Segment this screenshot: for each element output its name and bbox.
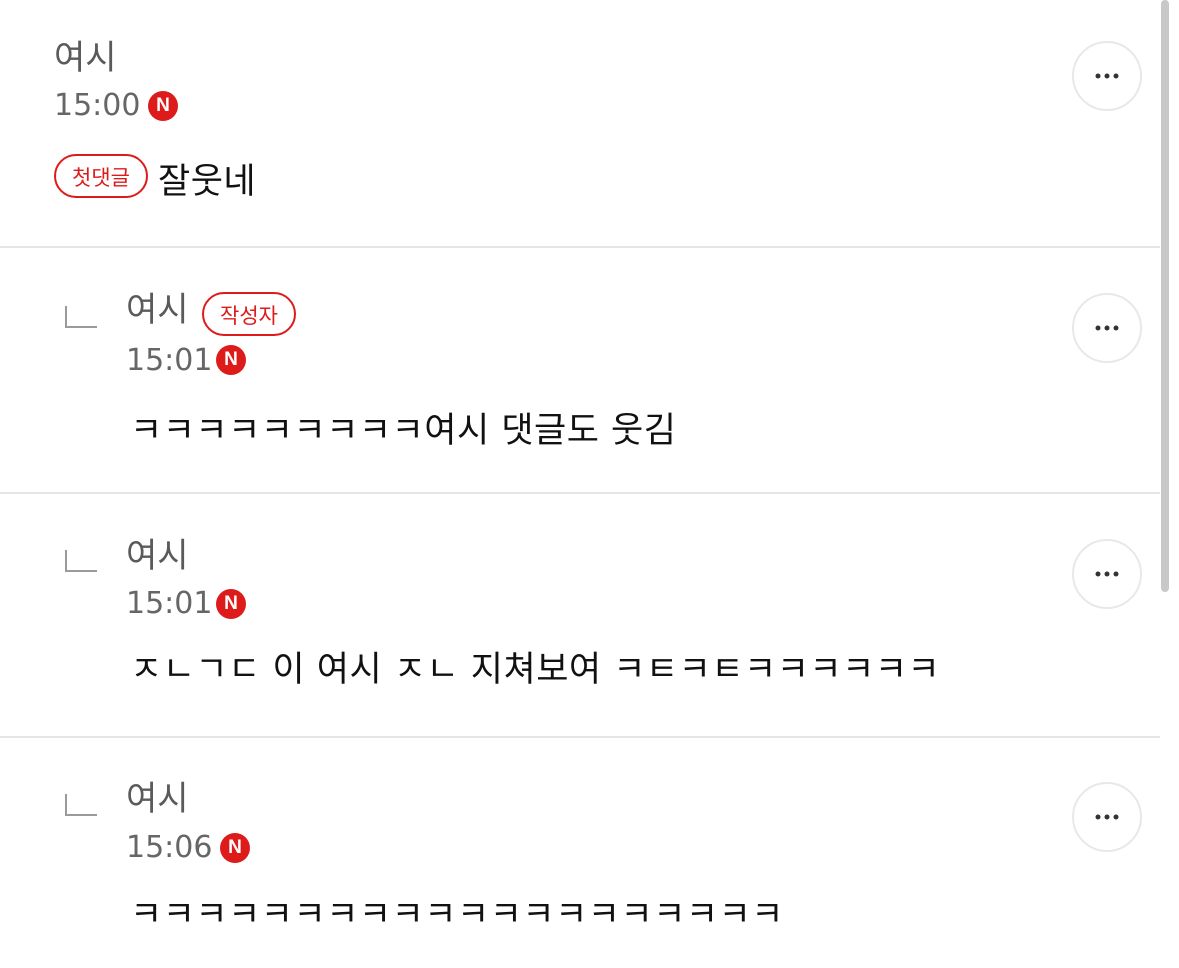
- more-options-button[interactable]: [1072, 293, 1142, 363]
- comment-reply-item: 여시 작성자 15:01 N ㅋㅋㅋㅋㅋㅋㅋㅋㅋ여시 댓글도 웃김: [0, 248, 1160, 492]
- comment-text: 잘웃네: [158, 162, 257, 202]
- comment-author[interactable]: 여시: [126, 536, 189, 576]
- new-badge-icon: N: [148, 91, 178, 121]
- scrollbar[interactable]: [1161, 0, 1169, 592]
- author-badge: 작성자: [202, 292, 296, 336]
- more-options-button[interactable]: [1072, 41, 1142, 111]
- more-horizontal-icon: [1095, 814, 1119, 820]
- comment-reply-item: 여시 15:01 N ㅈㄴㄱㄷ 이 여시 ㅈㄴ 지쳐보여 ㅋㅌㅋㅌㅋㅋㅋㅋㅋㅋ: [0, 494, 1160, 736]
- comment-time: 15:01: [126, 586, 213, 621]
- comment-time: 15:06: [126, 830, 213, 865]
- new-badge-icon: N: [216, 345, 246, 375]
- reply-arrow-icon: [65, 306, 97, 328]
- new-badge-icon: N: [220, 833, 250, 863]
- comment-author[interactable]: 여시: [126, 290, 189, 330]
- comment-text: ㅈㄴㄱㄷ 이 여시 ㅈㄴ 지쳐보여 ㅋㅌㅋㅌㅋㅋㅋㅋㅋㅋ: [130, 650, 941, 690]
- comment-author[interactable]: 여시: [126, 779, 189, 819]
- more-horizontal-icon: [1095, 73, 1119, 79]
- more-options-button[interactable]: [1072, 782, 1142, 852]
- comment-time: 15:01: [126, 343, 213, 378]
- comment-author[interactable]: 여시: [54, 38, 117, 78]
- more-options-button[interactable]: [1072, 539, 1142, 609]
- comment-reply-item: 여시 15:06 N ㅋㅋㅋㅋㅋㅋㅋㅋㅋㅋㅋㅋㅋㅋㅋㅋㅋㅋㅋㅋ: [0, 738, 1160, 968]
- more-horizontal-icon: [1095, 571, 1119, 577]
- comment-text: ㅋㅋㅋㅋㅋㅋㅋㅋㅋ여시 댓글도 웃김: [130, 411, 677, 451]
- new-badge-icon: N: [216, 589, 246, 619]
- reply-arrow-icon: [65, 794, 97, 816]
- more-horizontal-icon: [1095, 325, 1119, 331]
- first-comment-badge: 첫댓글: [54, 154, 148, 198]
- comment-item: 여시 15:00 N 첫댓글 잘웃네: [0, 0, 1160, 246]
- comment-time: 15:00: [54, 88, 141, 123]
- comment-text: ㅋㅋㅋㅋㅋㅋㅋㅋㅋㅋㅋㅋㅋㅋㅋㅋㅋㅋㅋㅋ: [130, 895, 785, 935]
- reply-arrow-icon: [65, 550, 97, 572]
